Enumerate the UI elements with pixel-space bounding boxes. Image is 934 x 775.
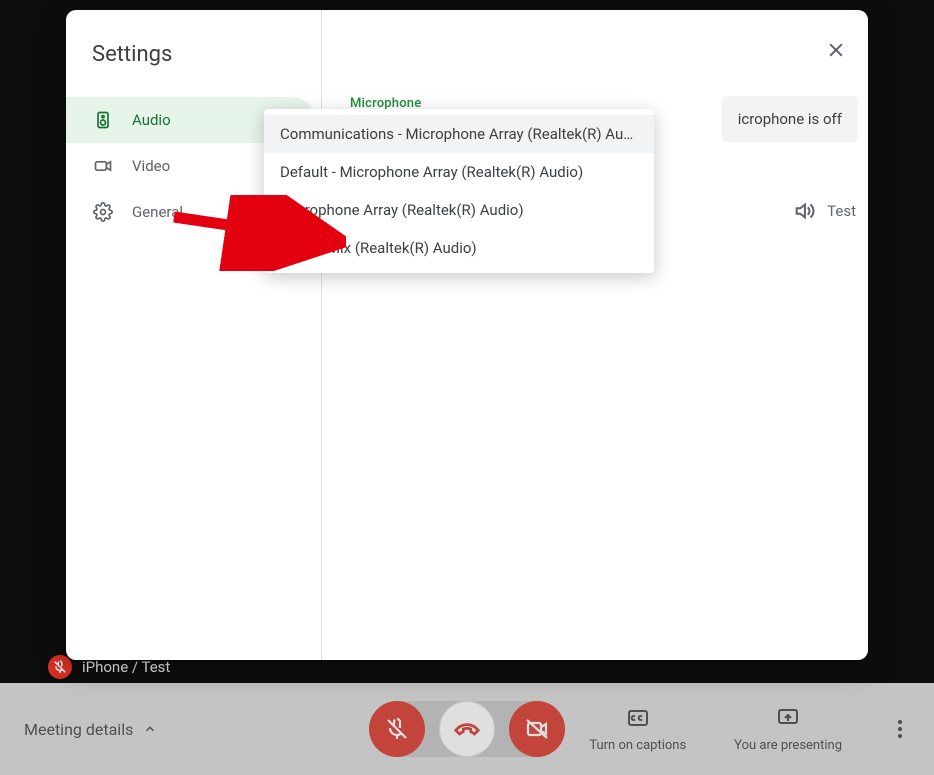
call-controls	[369, 701, 565, 757]
participant-name: iPhone / Test	[82, 658, 170, 676]
speaker-icon	[92, 109, 114, 131]
mic-option-0[interactable]: Communications - Microphone Array (Realt…	[264, 115, 654, 153]
mic-option-1[interactable]: Default - Microphone Array (Realtek(R) A…	[264, 153, 654, 191]
nav-label-video: Video	[132, 157, 170, 175]
captions-icon	[626, 706, 650, 730]
meeting-details-button[interactable]: Meeting details	[24, 720, 157, 739]
mic-option-2[interactable]: Microphone Array (Realtek(R) Audio)	[264, 191, 654, 229]
nav-label-general: General	[132, 203, 183, 221]
meeting-details-label: Meeting details	[24, 720, 133, 739]
hangup-button[interactable]	[439, 701, 495, 757]
microphone-dropdown[interactable]: Communications - Microphone Array (Realt…	[264, 109, 654, 273]
captions-button[interactable]: Turn on captions	[589, 706, 686, 753]
video-icon	[92, 155, 114, 177]
settings-title: Settings	[66, 34, 321, 97]
mic-off-icon	[53, 660, 67, 674]
captions-label: Turn on captions	[589, 738, 686, 753]
camera-off-button[interactable]	[509, 701, 565, 757]
mic-off-tooltip: icrophone is off	[722, 96, 858, 142]
test-speaker-row[interactable]: Test	[793, 200, 856, 222]
right-actions: Turn on captions You are presenting	[589, 706, 910, 753]
nav-label-audio: Audio	[132, 111, 171, 129]
mic-option-3[interactable]: Stereo Mix (Realtek(R) Audio)	[264, 229, 654, 267]
mic-off-tooltip-text: icrophone is off	[738, 110, 842, 128]
settings-dialog: Settings Audio Video	[66, 10, 868, 660]
presenting-label: You are presenting	[734, 738, 842, 753]
mic-off-icon	[385, 717, 409, 741]
settings-sidebar: Settings Audio Video	[66, 10, 322, 660]
camera-off-icon	[525, 717, 549, 741]
settings-content: Microphone icrophone is off Test	[322, 10, 868, 660]
presenting-button[interactable]: You are presenting	[734, 706, 842, 753]
chevron-up-icon	[143, 722, 157, 736]
test-label: Test	[827, 202, 856, 220]
present-icon	[776, 706, 800, 730]
gear-icon	[92, 201, 114, 223]
mute-mic-button[interactable]	[369, 701, 425, 757]
volume-icon	[793, 200, 815, 222]
more-options-button[interactable]	[890, 712, 910, 746]
hangup-icon	[452, 714, 482, 744]
